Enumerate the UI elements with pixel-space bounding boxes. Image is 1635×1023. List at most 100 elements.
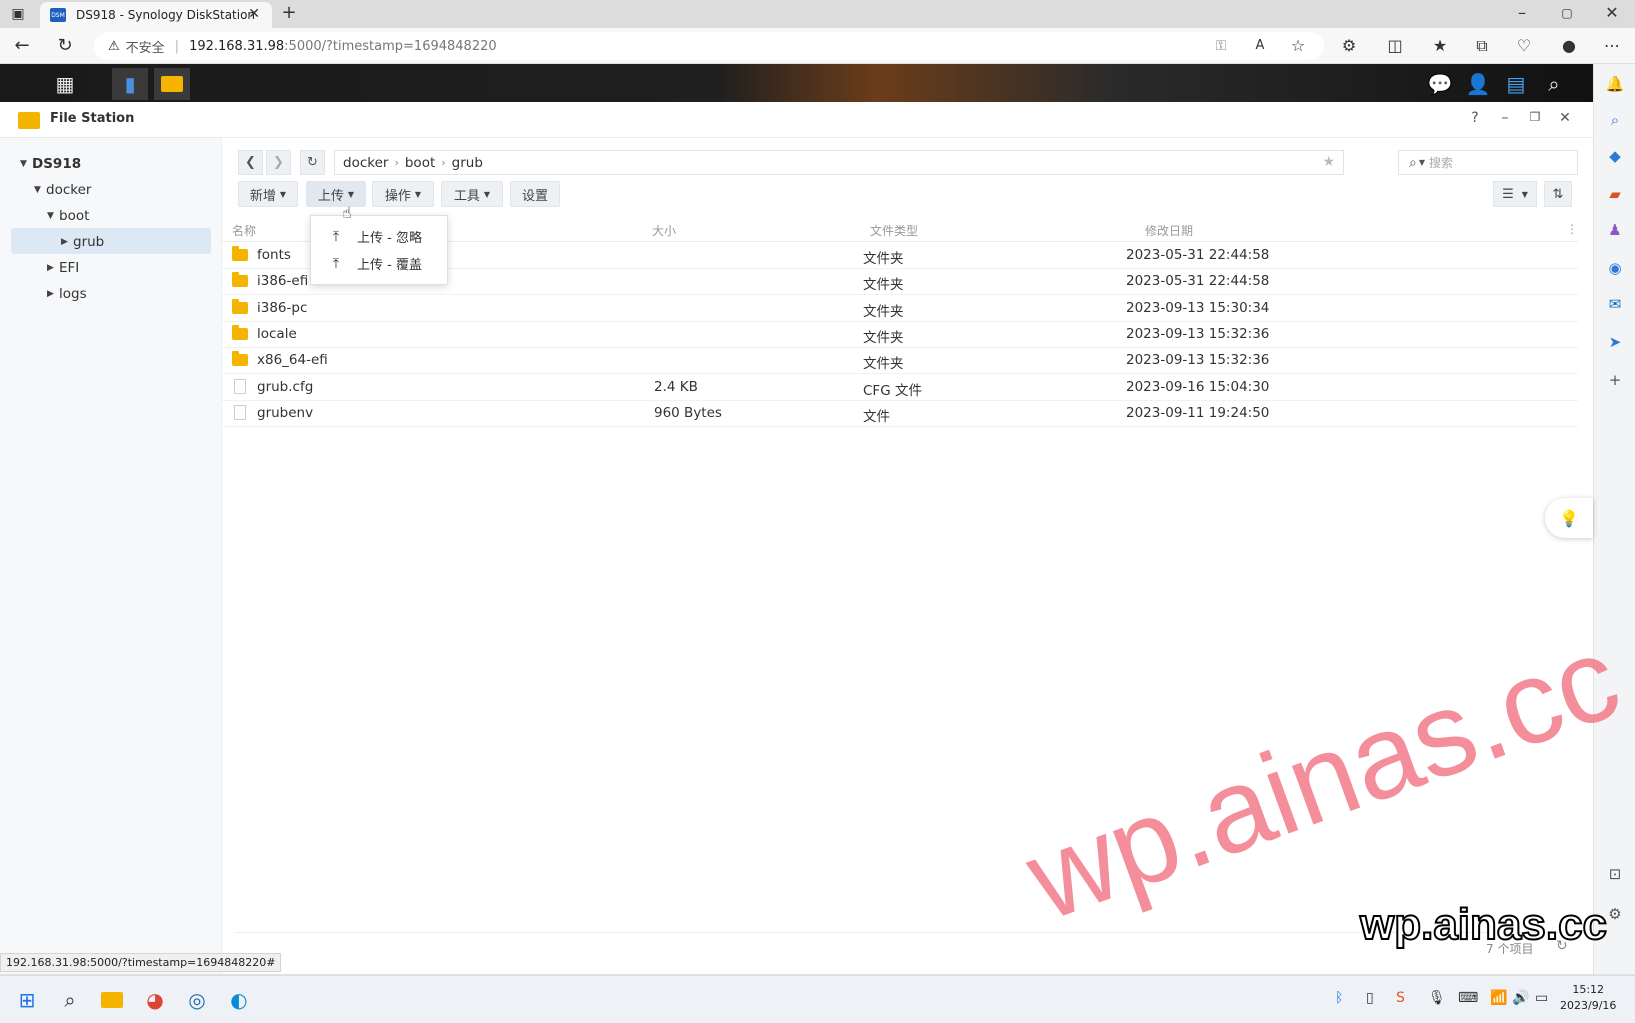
extensions-icon[interactable]: ⚙: [1337, 34, 1361, 58]
input-method-icon[interactable]: S: [1396, 990, 1405, 1006]
file-station-taskbar-icon[interactable]: [154, 68, 190, 100]
tree-node-grub[interactable]: ▶ grub: [61, 230, 104, 254]
column-modified-header[interactable]: 修改日期: [1145, 222, 1193, 239]
password-key-icon[interactable]: ⚿: [1209, 34, 1233, 58]
widgets-icon[interactable]: ▤: [1498, 68, 1534, 100]
tree-node-efi[interactable]: ▶ EFI: [47, 256, 79, 280]
view-mode-button[interactable]: ☰ ▼: [1493, 181, 1537, 207]
help-icon[interactable]: ?: [1465, 110, 1485, 126]
favorite-star-icon[interactable]: ★: [1322, 154, 1335, 170]
close-browser-icon[interactable]: ✕: [1600, 1, 1624, 25]
tree-node-ds918[interactable]: ▼ DS918: [20, 152, 81, 176]
upload-overwrite-menu-item[interactable]: ⤒ 上传 - 覆盖: [311, 250, 449, 277]
more-menu-icon[interactable]: ⋯: [1600, 34, 1624, 58]
column-size-header[interactable]: 大小: [652, 222, 676, 239]
usb-device-icon[interactable]: ▯: [1366, 990, 1374, 1006]
close-tab-icon[interactable]: ✕: [248, 6, 260, 22]
breadcrumb-docker[interactable]: docker: [343, 155, 388, 171]
table-row[interactable]: grub.cfg 2.4 KB CFG 文件 2023-09-16 15:04:30: [222, 374, 1578, 401]
user-icon[interactable]: 👤: [1460, 68, 1496, 100]
back-icon[interactable]: ←: [10, 34, 34, 58]
refresh-button[interactable]: ↻: [300, 150, 325, 175]
table-row[interactable]: locale 文件夹 2023-09-13 15:32:36: [222, 321, 1578, 348]
tree-node-boot[interactable]: ▼ boot: [47, 204, 89, 228]
wifi-icon[interactable]: 📶: [1490, 990, 1507, 1006]
read-aloud-icon[interactable]: A: [1248, 34, 1272, 58]
tools-button[interactable]: 工具 ▼: [441, 181, 503, 207]
tree-node-docker[interactable]: ▼ docker: [34, 178, 91, 202]
table-row[interactable]: x86_64-efi 文件夹 2023-09-13 15:32:36: [222, 347, 1578, 375]
upload-button[interactable]: 上传 ▼: [306, 181, 366, 207]
profile-avatar-icon[interactable]: ●: [1557, 34, 1581, 58]
new-tab-icon[interactable]: +: [277, 1, 301, 25]
sidebar-search-icon[interactable]: ⌕: [1603, 108, 1627, 132]
back-button[interactable]: ❮: [238, 150, 263, 175]
main-menu-icon[interactable]: ▦: [47, 68, 83, 100]
favorite-star-icon[interactable]: ☆: [1286, 34, 1310, 58]
collapsed-arrow-icon[interactable]: ▶: [47, 289, 59, 299]
breadcrumb[interactable]: docker › boot › grub ★: [334, 150, 1344, 175]
collections-icon[interactable]: ⧉: [1470, 34, 1494, 58]
notification-bell-icon[interactable]: 🔔: [1603, 72, 1627, 96]
maximize-browser-icon[interactable]: ▢: [1555, 1, 1579, 25]
split-screen-icon[interactable]: ◫: [1383, 34, 1407, 58]
browser-tab[interactable]: DSM DS918 - Synology DiskStation ✕: [40, 2, 272, 28]
collapsed-arrow-icon[interactable]: ▶: [61, 237, 73, 247]
office-icon[interactable]: ◉: [1603, 256, 1627, 280]
table-row[interactable]: grubenv 960 Bytes 文件 2023-09-11 19:24:50: [222, 400, 1578, 427]
synology-assistant-icon[interactable]: ◎: [182, 986, 212, 1014]
minimize-browser-icon[interactable]: –: [1510, 1, 1534, 25]
window-title-bar[interactable]: File Station ? – ❐ ✕: [0, 102, 1593, 138]
tab-actions-icon[interactable]: ▣: [6, 2, 30, 26]
favorites-icon[interactable]: ★: [1428, 34, 1452, 58]
clock[interactable]: 15:12 2023/9/16: [1560, 982, 1616, 1014]
battery-icon[interactable]: ▭: [1535, 990, 1548, 1006]
bluetooth-icon[interactable]: ᛒ: [1335, 990, 1343, 1006]
taskbar-search-icon[interactable]: ⌕: [55, 986, 85, 1014]
expanded-arrow-icon[interactable]: ▼: [20, 159, 32, 169]
games-icon[interactable]: ♟: [1603, 218, 1627, 242]
window-restore-icon[interactable]: ❐: [1525, 110, 1545, 124]
tools-briefcase-icon[interactable]: ▰: [1603, 182, 1627, 206]
search-options-caret-icon[interactable]: ▼: [1419, 158, 1425, 167]
edge-browser-icon[interactable]: ◐: [224, 986, 254, 1014]
window-minimize-icon[interactable]: –: [1495, 110, 1515, 126]
dsm-search-icon[interactable]: ⌕: [1536, 68, 1572, 100]
sort-button[interactable]: ⇅: [1544, 181, 1572, 207]
table-row[interactable]: i386-pc 文件夹 2023-09-13 15:30:34: [222, 295, 1578, 322]
expanded-arrow-icon[interactable]: ▼: [47, 211, 59, 221]
settings-button[interactable]: 设置: [510, 181, 560, 207]
expanded-arrow-icon[interactable]: ▼: [34, 185, 46, 195]
shopping-tag-icon[interactable]: ◆: [1603, 144, 1627, 168]
search-input[interactable]: ⌕ ▼ 搜索: [1398, 150, 1578, 175]
breadcrumb-grub[interactable]: grub: [452, 155, 483, 171]
chrome-icon[interactable]: ◕: [140, 986, 170, 1014]
outlook-icon[interactable]: ✉: [1603, 292, 1627, 316]
notifications-chat-icon[interactable]: 💬: [1422, 68, 1458, 100]
column-options-icon[interactable]: ⋮: [1566, 222, 1578, 236]
file-size-cell: 960 Bytes: [654, 404, 722, 421]
action-button[interactable]: 操作 ▼: [372, 181, 434, 207]
column-name-header[interactable]: 名称: [232, 222, 256, 239]
start-windows-icon[interactable]: ⊞: [12, 986, 42, 1014]
volume-icon[interactable]: 🔊: [1512, 990, 1529, 1006]
add-sidebar-icon[interactable]: +: [1603, 368, 1627, 392]
package-center-icon[interactable]: ▮: [112, 68, 148, 100]
file-explorer-icon[interactable]: [97, 986, 127, 1014]
keyboard-icon[interactable]: ⌨: [1458, 990, 1478, 1006]
sidebar-layout-icon[interactable]: ⊡: [1603, 862, 1627, 886]
breadcrumb-boot[interactable]: boot: [405, 155, 435, 171]
url-field[interactable]: ⚠ 不安全 | 192.168.31.98 :5000/?timestamp=1…: [94, 32, 1324, 60]
forward-button[interactable]: ❯: [266, 150, 291, 175]
collapsed-arrow-icon[interactable]: ▶: [47, 263, 59, 273]
floating-assistant-button[interactable]: 💡: [1545, 498, 1593, 538]
browser-essentials-icon[interactable]: ♡: [1512, 34, 1536, 58]
send-icon[interactable]: ➤: [1603, 330, 1627, 354]
tree-node-logs[interactable]: ▶ logs: [47, 282, 87, 306]
upload-skip-menu-item[interactable]: ⤒ 上传 - 忽略: [311, 223, 449, 250]
new-button[interactable]: 新增 ▼: [238, 181, 298, 207]
refresh-icon[interactable]: ↻: [53, 34, 77, 58]
window-close-icon[interactable]: ✕: [1555, 110, 1575, 126]
column-type-header[interactable]: 文件类型: [870, 222, 918, 239]
microphone-icon[interactable]: 🎙: [1428, 990, 1446, 1006]
